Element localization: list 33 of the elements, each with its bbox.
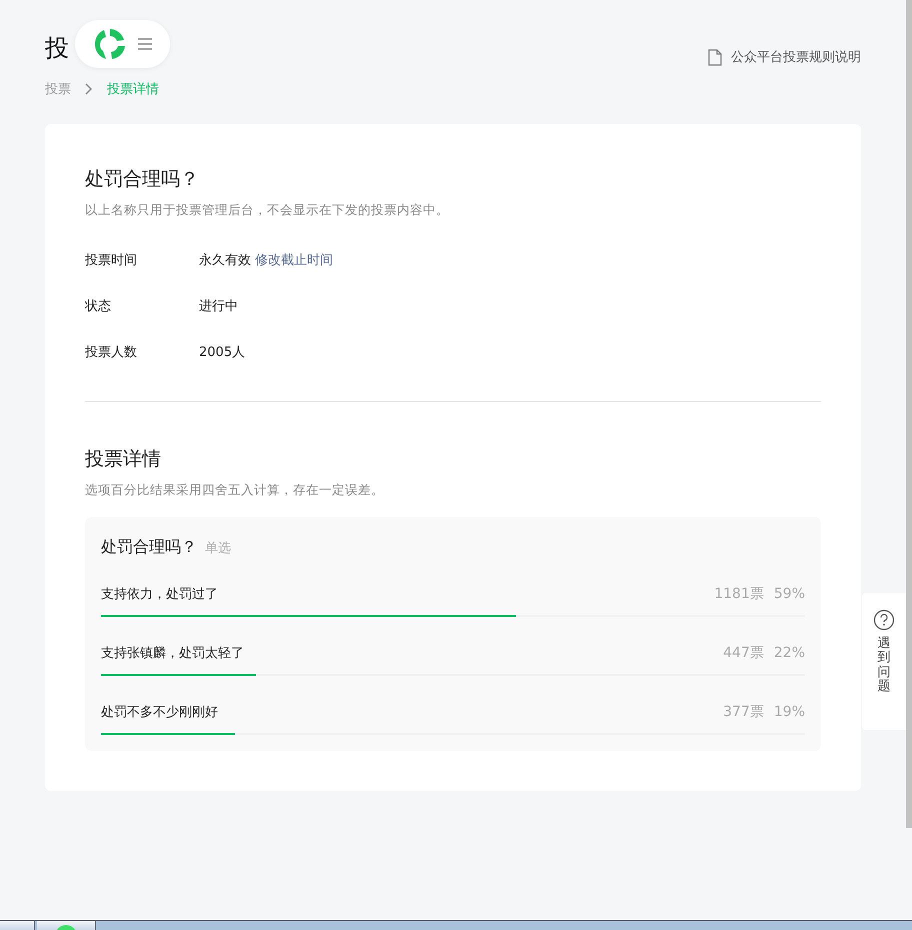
taskbar-button[interactable] — [0, 921, 35, 930]
vote-count: 447票 — [723, 644, 764, 662]
logo-icon — [92, 26, 128, 62]
vote-name: 处罚合理吗？ — [85, 167, 200, 192]
option-label: 支持张镇麟，处罚太轻了 — [101, 645, 245, 662]
question-title: 处罚合理吗？ — [101, 537, 197, 558]
vote-percent: 59% — [774, 586, 805, 602]
field-label: 投票时间 — [85, 252, 138, 269]
name-note: 以上名称只用于投票管理后台，不会显示在下发的投票内容中。 — [85, 202, 450, 219]
floating-widget[interactable] — [75, 20, 170, 68]
field-value: 2005人 — [199, 344, 246, 361]
vote-count: 1181票 — [714, 585, 764, 603]
vote-percent: 19% — [774, 704, 805, 720]
rules-link[interactable]: 公众平台投票规则说明 — [708, 48, 861, 66]
section-note: 选项百分比结果采用四舍五入计算，存在一定误差。 — [85, 482, 385, 499]
option-label: 处罚不多不少刚刚好 — [101, 704, 219, 721]
vote-count: 377票 — [723, 703, 764, 721]
help-button[interactable]: 遇到问题 — [862, 593, 906, 730]
help-icon — [873, 609, 895, 631]
edit-deadline-link[interactable]: 修改截止时间 — [255, 251, 333, 269]
field-label: 状态 — [85, 298, 112, 315]
option-label: 支持依力，处罚过了 — [101, 586, 219, 603]
field-label: 投票人数 — [85, 344, 138, 361]
vote-percent: 22% — [774, 645, 805, 661]
chevron-icon — [85, 83, 93, 95]
field-value: 进行中 — [199, 298, 238, 315]
section-heading: 投票详情 — [85, 447, 162, 472]
field-value: 永久有效 — [199, 252, 251, 269]
question-type: 单选 — [205, 540, 231, 557]
document-icon — [708, 48, 722, 66]
menu-icon — [138, 38, 152, 50]
page-title: 投 — [45, 33, 69, 64]
scrollbar[interactable] — [906, 0, 912, 828]
